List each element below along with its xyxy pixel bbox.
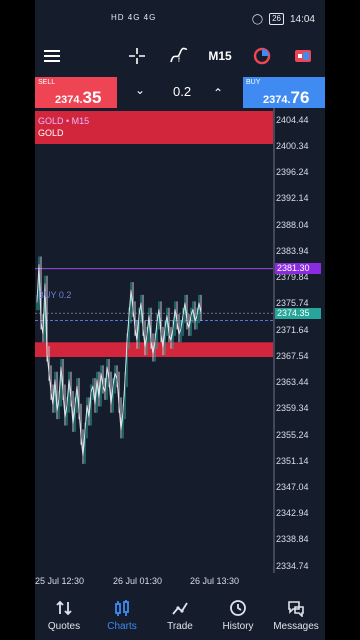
clock: 14:04 xyxy=(289,13,315,25)
bottom-nav: Quotes Charts Trade History Messages xyxy=(35,590,325,640)
network-indicator: HD 4G 4G xyxy=(111,13,157,22)
buy-label: BUY xyxy=(246,79,261,86)
volume-down-icon[interactable]: ⌄ xyxy=(135,83,145,97)
x-tick-label: 26 Jul 13:30 xyxy=(190,576,240,586)
messages-icon xyxy=(288,600,304,617)
nav-charts-label: Charts xyxy=(107,620,137,632)
price-chart[interactable]: GOLD • M15 GOLD BUY 0.2 2404.44 2400.34 23… xyxy=(35,108,325,588)
volume-value[interactable]: 0.2 xyxy=(173,84,191,99)
symbol-name: GOLD xyxy=(38,128,64,138)
status-right: ◯ 26 14:04 xyxy=(252,13,315,25)
symbol-banner: GOLD • M15 GOLD xyxy=(35,111,273,144)
y-tick-label: 2355.24 xyxy=(276,429,309,440)
y-tick-label: 2342.94 xyxy=(276,508,309,519)
level-price-tag: 2381.30 xyxy=(275,263,321,275)
buy-position-label: BUY 0.2 xyxy=(38,290,72,300)
toolbar: f M15 xyxy=(35,38,325,74)
indicators-icon[interactable]: f xyxy=(167,44,191,68)
trade-bar: SELL 2374.35 ⌄ 0.2 ⌃ BUY 2374.76 xyxy=(35,77,325,108)
nav-trade-label: Trade xyxy=(167,620,193,632)
y-tick-label: 2338.84 xyxy=(276,534,309,545)
menu-icon[interactable] xyxy=(41,44,63,68)
timeframe-button[interactable]: M15 xyxy=(205,44,235,68)
current-price-tag: 2374.35 xyxy=(275,307,321,319)
trade-nav-icon xyxy=(172,602,188,615)
nav-quotes-label: Quotes xyxy=(47,620,81,632)
y-tick-label: 2404.44 xyxy=(276,114,309,125)
buy-price: 2374.76 xyxy=(263,88,310,107)
nav-history[interactable]: History xyxy=(209,590,267,640)
charts-icon xyxy=(115,599,129,616)
volume-up-icon[interactable]: ⌃ xyxy=(213,86,223,100)
y-tick-label: 2363.44 xyxy=(276,377,309,387)
trade-icon[interactable] xyxy=(290,44,316,68)
sell-button[interactable]: SELL 2374.35 xyxy=(35,77,117,108)
symbol-timeframe-label: GOLD • M15 xyxy=(38,116,90,126)
nav-charts[interactable]: Charts xyxy=(93,590,151,640)
y-tick-label: 2359.34 xyxy=(276,403,309,414)
y-tick-label: 2367.54 xyxy=(276,350,309,361)
x-tick-label: 26 Jul 01:30 xyxy=(113,576,163,586)
objects-icon[interactable] xyxy=(250,44,274,68)
nav-history-label: History xyxy=(222,620,254,632)
buy-button[interactable]: BUY 2374.76 xyxy=(243,77,325,108)
nav-messages[interactable]: Messages xyxy=(267,590,325,640)
y-tick-label: 2396.24 xyxy=(276,167,309,178)
svg-text:f: f xyxy=(178,57,180,64)
y-tick-label: 2347.04 xyxy=(276,482,309,492)
x-tick-label: 25 Jul 12:30 xyxy=(35,576,85,586)
crosshair-icon[interactable] xyxy=(125,44,149,68)
alarm-icon: ◯ xyxy=(251,13,264,25)
y-tick-label: 2388.04 xyxy=(276,219,309,230)
history-icon xyxy=(230,599,246,616)
status-bar: HD 4G 4G ◯ 26 14:04 xyxy=(35,0,325,38)
nav-trade[interactable]: Trade xyxy=(151,590,209,640)
quotes-icon xyxy=(56,600,72,615)
nav-messages-label: Messages xyxy=(273,620,319,632)
y-tick-label: 2383.94 xyxy=(276,245,309,256)
app: HD 4G 4G ◯ 26 14:04 f M15 SELL 2374.35 ⌄ xyxy=(35,0,325,640)
sell-label: SELL xyxy=(38,79,56,86)
battery-icon: 26 xyxy=(269,13,284,25)
y-tick-label: 2400.34 xyxy=(276,140,309,151)
sell-price: 2374.35 xyxy=(55,88,102,107)
y-tick-label: 2334.74 xyxy=(276,560,309,571)
y-tick-label: 2371.64 xyxy=(276,324,309,335)
y-tick-label: 2351.14 xyxy=(276,455,309,466)
nav-quotes[interactable]: Quotes xyxy=(35,590,93,640)
y-tick-label: 2392.14 xyxy=(276,193,309,204)
